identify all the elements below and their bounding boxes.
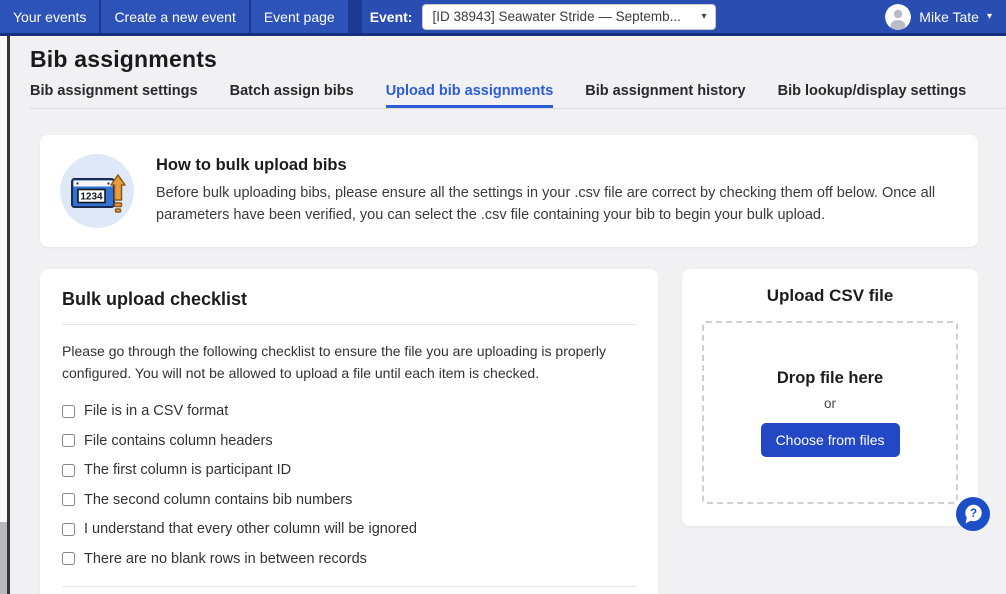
divider [62, 586, 636, 587]
upload-card-title: Upload CSV file [702, 286, 958, 306]
avatar [885, 4, 911, 30]
how-to-body: Before bulk uploading bibs, please ensur… [156, 183, 958, 227]
or-text: or [824, 396, 836, 411]
tab-upload-bib-assignments[interactable]: Upload bib assignments [386, 83, 554, 108]
question-mark-icon: ? [970, 508, 977, 520]
event-select-value: [ID 38943] Seawater Stride — Septemb... [432, 9, 680, 24]
user-name: Mike Tate [919, 9, 979, 25]
tab-bib-assignment-history[interactable]: Bib assignment history [585, 83, 745, 108]
file-dropzone[interactable]: Drop file here or Choose from files [702, 321, 958, 504]
divider [62, 324, 636, 325]
choose-from-files-button[interactable]: Choose from files [761, 423, 900, 457]
checklist-item-other-columns-ignored[interactable]: I understand that every other column wil… [62, 521, 636, 537]
tab-batch-assign-bibs[interactable]: Batch assign bibs [230, 83, 354, 108]
nav-link-create-event[interactable]: Create a new event [101, 0, 250, 33]
user-menu[interactable]: Mike Tate ▾ [885, 0, 1006, 33]
checklist-item-csv-format[interactable]: File is in a CSV format [62, 403, 636, 419]
page-content: Bib assignments Bib assignment settings … [10, 36, 1006, 594]
event-label: Event: [370, 9, 413, 25]
checklist-item-second-column[interactable]: The second column contains bib numbers [62, 492, 636, 508]
two-column-layout: Bulk upload checklist Please go through … [40, 269, 978, 594]
chevron-down-icon: ▾ [987, 11, 992, 22]
checklist-item-label: There are no blank rows in between recor… [84, 551, 367, 567]
checkbox[interactable] [62, 405, 75, 418]
chevron-down-icon: ▾ [701, 11, 706, 22]
nav-link-event-page[interactable]: Event page [251, 0, 350, 33]
checklist-item-label: File contains column headers [84, 433, 273, 449]
nav-links: Your events Create a new event Event pag… [0, 0, 350, 33]
bulk-upload-checklist-card: Bulk upload checklist Please go through … [40, 269, 658, 594]
page-title: Bib assignments [30, 46, 1006, 73]
event-selector-group: Event: [ID 38943] Seawater Stride — Sept… [370, 0, 717, 33]
tab-bib-lookup-display-settings[interactable]: Bib lookup/display settings [778, 83, 967, 108]
how-to-title: How to bulk upload bibs [156, 156, 958, 175]
top-navbar: Your events Create a new event Event pag… [0, 0, 1006, 36]
checkbox[interactable] [62, 493, 75, 506]
help-button[interactable]: ? [956, 497, 990, 531]
how-to-text-block: How to bulk upload bibs Before bulk uplo… [156, 156, 958, 227]
checklist-item-label: The first column is participant ID [84, 462, 291, 478]
bib-upload-icon: 1234 [60, 154, 134, 228]
checkbox[interactable] [62, 434, 75, 447]
checklist-item-label: The second column contains bib numbers [84, 492, 352, 508]
nav-separator [350, 0, 362, 33]
checklist-item-column-headers[interactable]: File contains column headers [62, 433, 636, 449]
checkbox[interactable] [62, 464, 75, 477]
checklist-intro: Please go through the following checklis… [62, 341, 636, 384]
bib-number-text: 1234 [80, 192, 103, 203]
checklist-title: Bulk upload checklist [62, 289, 636, 310]
drop-file-text: Drop file here [777, 369, 883, 388]
tab-bar: Bib assignment settings Batch assign bib… [30, 83, 1006, 109]
checklist-item-first-column[interactable]: The first column is participant ID [62, 462, 636, 478]
event-select[interactable]: [ID 38943] Seawater Stride — Septemb... … [422, 4, 716, 30]
window-edge-strip [0, 36, 7, 522]
nav-link-your-events[interactable]: Your events [0, 0, 101, 33]
tab-bib-assignment-settings[interactable]: Bib assignment settings [30, 83, 198, 108]
checkbox[interactable] [62, 523, 75, 536]
checklist-item-no-blank-rows[interactable]: There are no blank rows in between recor… [62, 551, 636, 567]
checklist-item-label: File is in a CSV format [84, 403, 228, 419]
how-to-card: 1234 How to bulk upload bibs Before bulk… [40, 135, 978, 247]
window-edge-strip-bottom [0, 522, 7, 594]
checklist-item-label: I understand that every other column wil… [84, 521, 417, 537]
upload-csv-card: Upload CSV file Drop file here or Choose… [682, 269, 978, 526]
checkbox[interactable] [62, 552, 75, 565]
